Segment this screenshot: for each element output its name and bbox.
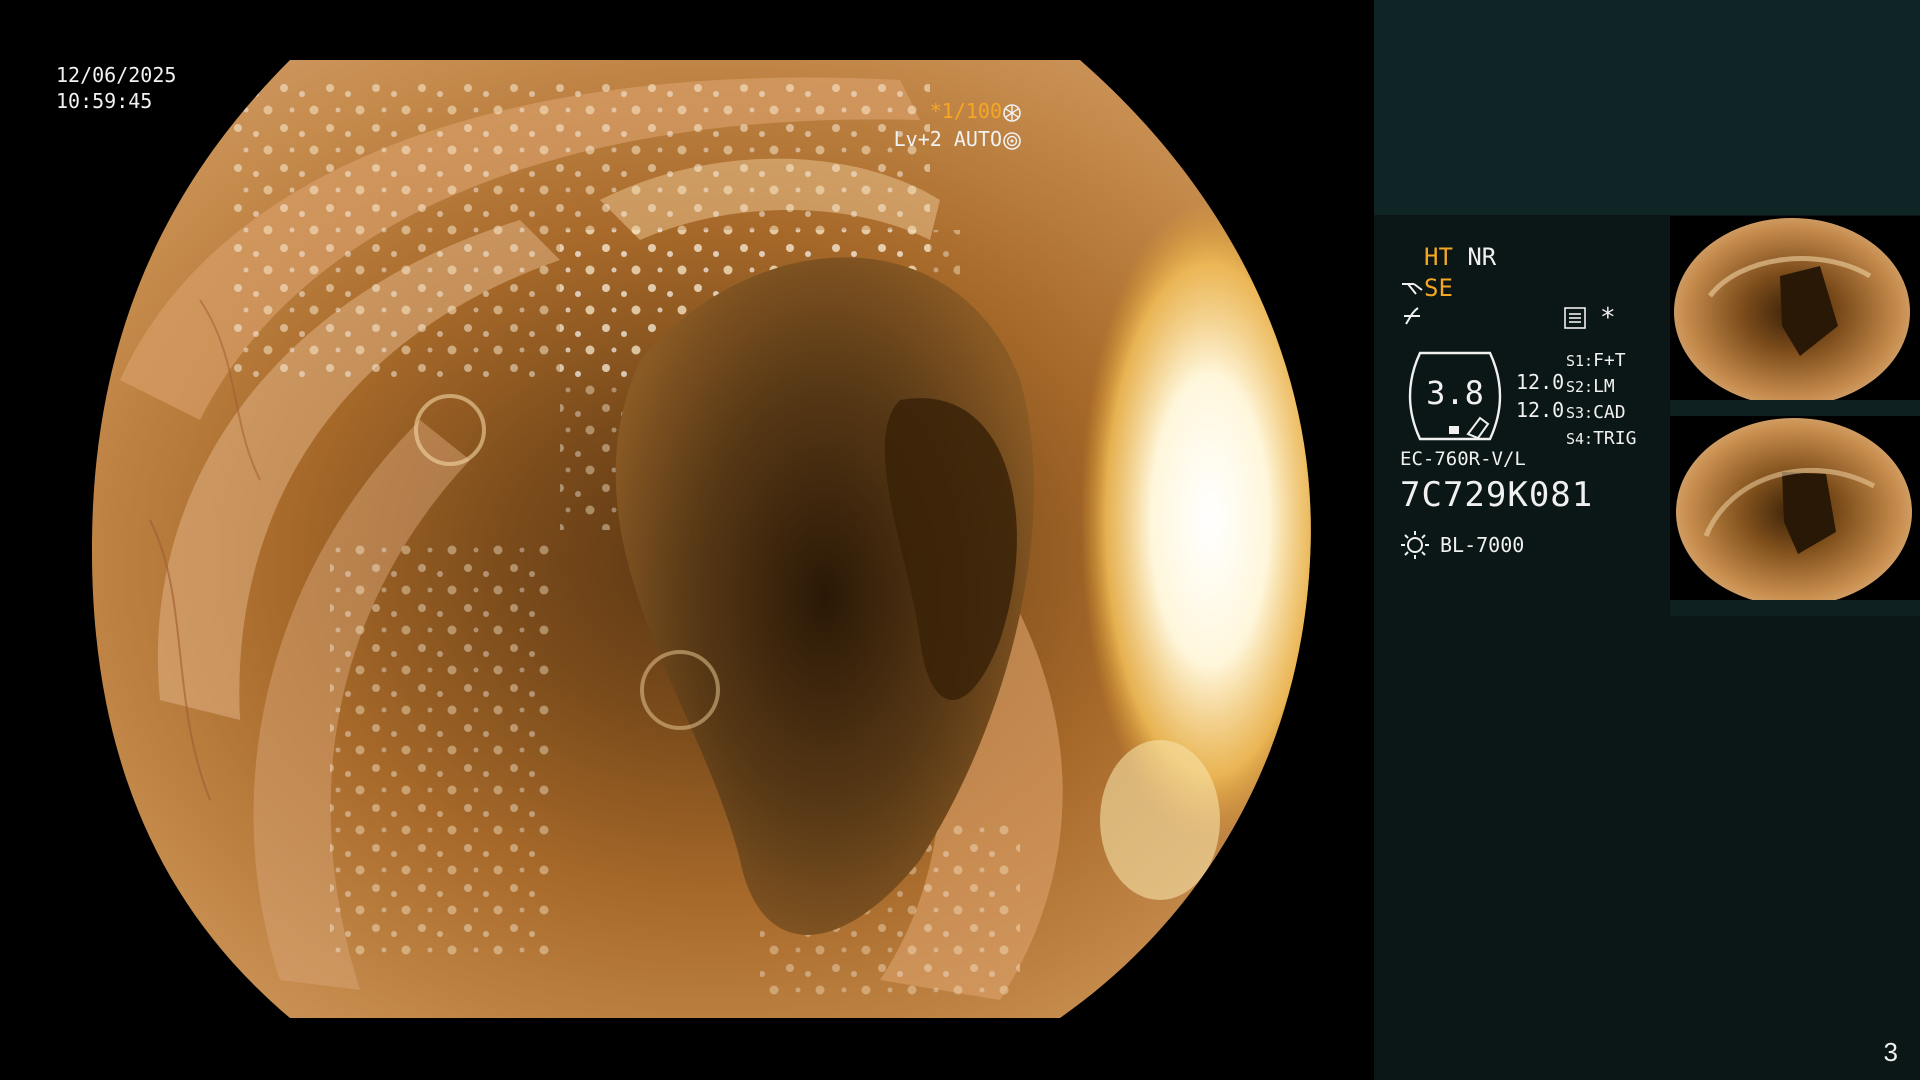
scope-switch-icon [1402, 283, 1423, 295]
scope-switch-list: S1:F+T S2:LM S3:CAD S4:TRIG [1566, 348, 1636, 452]
endoscopic-image [91, 60, 1311, 1018]
star-indicator: * [1600, 303, 1616, 333]
nr-indicator: NR [1467, 243, 1497, 271]
se-indicator: SE [1424, 274, 1453, 302]
scope-model-label: EC-760R-V/L [1400, 448, 1526, 470]
page-number: 3 [1883, 1037, 1898, 1067]
date-time-display: 12/06/2025 10:59:45 [56, 62, 176, 114]
captured-frame-thumbnail[interactable] [1670, 216, 1920, 416]
light-source-icon [1401, 531, 1429, 559]
switch-value: F+T [1593, 350, 1626, 371]
switch-row-s1: S1:F+T [1566, 348, 1636, 374]
switch-key: S2: [1566, 378, 1594, 396]
switch-value: TRIG [1593, 428, 1637, 449]
processing-mode-row: HT NR [1424, 243, 1496, 271]
captured-frame-thumbnail[interactable] [1670, 416, 1920, 616]
ht-indicator: HT [1424, 243, 1453, 271]
shutter-speed-display: *1/100 [930, 98, 1022, 124]
thumbnail-image [1670, 216, 1920, 416]
shutter-mode-icon [1003, 103, 1021, 122]
time-text: 10:59:45 [56, 89, 153, 113]
exposure-mode-icon [1003, 131, 1021, 150]
switch-value: CAD [1593, 402, 1626, 423]
date-text: 12/06/2025 [56, 63, 177, 87]
light-source-label: BL-7000 [1440, 533, 1525, 557]
switch-row-s3: S3:CAD [1566, 400, 1636, 426]
switch-key: S3: [1566, 404, 1594, 422]
freeze-row [1402, 304, 1424, 334]
menu-icon [1564, 307, 1586, 329]
switch-row-s4: S4:TRIG [1566, 426, 1636, 452]
structure-enhancement-row: SE [1400, 274, 1453, 302]
thumbnail-image [1670, 416, 1920, 616]
switch-value: LM [1593, 376, 1615, 397]
exposure-level-display: Lv+2 AUTO [894, 126, 1022, 152]
panel-header-area [1374, 0, 1920, 215]
switch-key: S1: [1566, 352, 1594, 370]
switch-row-s2: S2:LM [1566, 374, 1636, 400]
gauge-lower-value: 12.0 [1516, 398, 1565, 422]
scope-serial-number: 7C729K081 [1400, 475, 1594, 515]
shutter-speed-text: *1/100 [929, 99, 1002, 123]
gauge-value: 3.8 [1426, 374, 1484, 412]
exposure-text: Lv+2 AUTO [893, 127, 1002, 151]
switch-key: S4: [1566, 430, 1594, 448]
freeze-icon [1404, 307, 1420, 325]
endoscope-viewport: 12/06/2025 10:59:45 *1/100 Lv+2 AUTO [0, 0, 1374, 1080]
gauge-upper-value: 12.0 [1516, 370, 1565, 394]
